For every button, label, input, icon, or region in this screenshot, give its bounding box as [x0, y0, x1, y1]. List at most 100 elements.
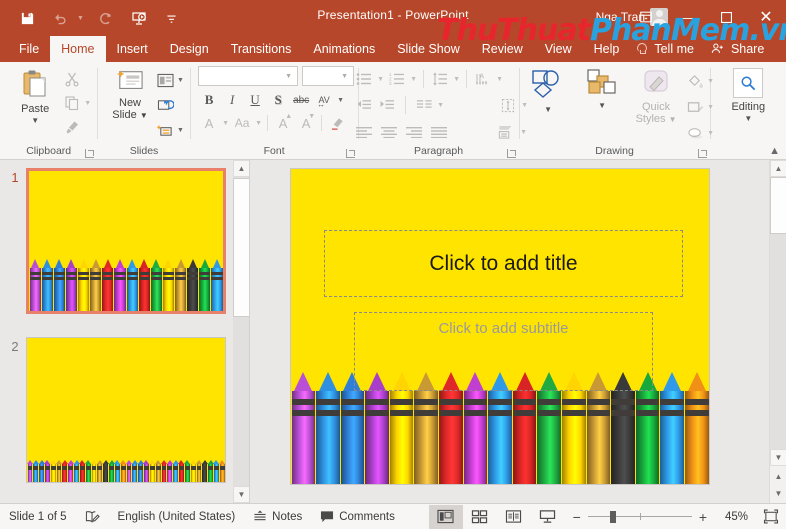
undo-icon[interactable]: [49, 7, 71, 29]
character-spacing-button[interactable]: AV ↔: [313, 89, 335, 111]
copy-icon[interactable]: [61, 92, 83, 114]
zoom-knob[interactable]: [609, 510, 616, 523]
arrange-caret[interactable]: ▼: [598, 102, 606, 110]
scroll-down-icon[interactable]: ▼: [770, 449, 786, 466]
justify-icon[interactable]: [428, 121, 450, 143]
normal-view-button[interactable]: [428, 504, 463, 529]
text-shadow-button[interactable]: S: [267, 89, 289, 111]
columns-icon[interactable]: [413, 94, 435, 116]
text-direction-icon[interactable]: A: [472, 68, 494, 90]
quick-styles-button[interactable]: Quick Styles ▼: [630, 66, 682, 126]
scroll-thumb[interactable]: [770, 177, 786, 234]
increase-font-size-button[interactable]: A ▲: [272, 112, 294, 134]
align-right-icon[interactable]: [403, 121, 425, 143]
copy-dropdown-caret[interactable]: ▼: [83, 100, 92, 107]
zoom-track[interactable]: [587, 510, 692, 523]
font-dialog-launcher[interactable]: [345, 149, 355, 158]
tab-design[interactable]: Design: [159, 36, 220, 62]
slide-vertical-scrollbar[interactable]: ▲ ▼ ▲ ▼: [769, 160, 786, 503]
reading-view-button[interactable]: [497, 505, 531, 529]
reset-icon[interactable]: [154, 94, 176, 116]
drawing-dialog-launcher[interactable]: [697, 149, 707, 158]
zoom-out-button[interactable]: −: [573, 509, 581, 525]
thumbnail-scrollbar[interactable]: ▲ ▼: [233, 160, 249, 503]
convert-to-smartart-icon[interactable]: [494, 121, 516, 143]
undo-dropdown-caret[interactable]: ▼: [77, 15, 84, 22]
slide-canvas[interactable]: Click to add title Click to add subtitle: [290, 168, 710, 485]
save-icon[interactable]: [16, 7, 38, 29]
font-size-combo[interactable]: ▼: [302, 66, 355, 86]
zoom-slider-control[interactable]: − + 45%: [565, 509, 756, 525]
maximize-button[interactable]: [706, 0, 746, 34]
numbering-caret[interactable]: ▼: [409, 76, 418, 83]
editing-caret[interactable]: ▼: [744, 115, 752, 123]
editing-button[interactable]: Editing ▼: [720, 66, 776, 123]
shape-effects-icon[interactable]: [684, 122, 706, 144]
thumbnail-slide-1[interactable]: 1: [4, 168, 226, 314]
section-icon[interactable]: [154, 119, 176, 141]
clear-formatting-icon[interactable]: [326, 112, 348, 134]
accessibility-checker-button[interactable]: [76, 504, 109, 529]
slide-show-view-button[interactable]: [531, 505, 565, 529]
decrease-indent-icon[interactable]: [353, 94, 375, 116]
tab-share[interactable]: Share: [705, 36, 775, 62]
zoom-percent[interactable]: 45%: [714, 511, 748, 523]
bullets-icon[interactable]: [353, 68, 375, 90]
layout-icon[interactable]: [154, 69, 176, 91]
shape-fill-icon[interactable]: [684, 70, 706, 92]
layout-dropdown-caret[interactable]: ▼: [176, 77, 185, 84]
format-painter-icon[interactable]: [61, 116, 83, 138]
shape-outline-icon[interactable]: [684, 96, 706, 118]
paste-dropdown-caret[interactable]: ▼: [31, 117, 39, 125]
title-placeholder[interactable]: Click to add title: [324, 230, 683, 297]
font-color-caret[interactable]: ▼: [221, 120, 230, 127]
line-spacing-icon[interactable]: [429, 68, 451, 90]
tab-file[interactable]: File: [8, 36, 50, 62]
thumbnail-scroll-down-icon[interactable]: ▼: [233, 486, 249, 503]
thumbnail-preview-2[interactable]: [26, 337, 226, 483]
new-slide-button[interactable]: New Slide ▼: [107, 66, 153, 122]
notes-button[interactable]: Notes: [244, 504, 311, 529]
change-case-caret[interactable]: ▼: [254, 120, 263, 127]
bold-button[interactable]: B: [198, 89, 220, 111]
ribbon-display-options-icon[interactable]: [626, 0, 666, 34]
start-presentation-icon[interactable]: [128, 7, 150, 29]
decrease-font-size-button[interactable]: A ▼: [295, 112, 317, 134]
collapse-ribbon-icon[interactable]: ▲: [769, 145, 780, 157]
thumbnail-slide-2[interactable]: 2: [4, 337, 226, 483]
align-left-icon[interactable]: [353, 121, 375, 143]
font-color-button[interactable]: A: [198, 112, 220, 134]
font-name-caret[interactable]: ▼: [284, 73, 293, 80]
subtitle-placeholder[interactable]: Click to add subtitle: [354, 312, 653, 391]
fit-to-window-button[interactable]: [756, 505, 786, 529]
customize-qat-icon[interactable]: [161, 7, 183, 29]
italic-button[interactable]: I: [221, 89, 243, 111]
center-icon[interactable]: [378, 121, 400, 143]
redo-icon[interactable]: [95, 7, 117, 29]
tab-home[interactable]: Home: [50, 36, 106, 62]
text-direction-caret[interactable]: ▼: [495, 76, 504, 83]
slide-counter[interactable]: Slide 1 of 5: [0, 504, 76, 529]
tab-transitions[interactable]: Transitions: [220, 36, 303, 62]
tab-insert[interactable]: Insert: [106, 36, 159, 62]
minimize-button[interactable]: —: [666, 0, 706, 34]
comments-button[interactable]: Comments: [311, 504, 404, 529]
thumbnail-scroll-thumb[interactable]: [233, 178, 249, 317]
language-indicator[interactable]: English (United States): [109, 504, 245, 529]
arrange-button[interactable]: ▼: [576, 66, 628, 110]
section-dropdown-caret[interactable]: ▼: [176, 127, 185, 134]
thumbnail-scroll-up-icon[interactable]: ▲: [233, 160, 249, 177]
tab-help[interactable]: Help: [583, 36, 631, 62]
zoom-in-button[interactable]: +: [699, 509, 707, 525]
scroll-up-icon[interactable]: ▲: [770, 160, 786, 177]
font-name-combo[interactable]: ▼: [198, 66, 299, 86]
bullets-caret[interactable]: ▼: [376, 76, 385, 83]
thumbnail-preview-1[interactable]: [26, 168, 226, 314]
tab-view[interactable]: View: [534, 36, 583, 62]
tab-slide-show[interactable]: Slide Show: [386, 36, 471, 62]
cut-icon[interactable]: [61, 68, 83, 90]
previous-slide-icon[interactable]: ▲: [770, 468, 786, 485]
change-case-button[interactable]: Aa: [231, 112, 253, 134]
increase-indent-icon[interactable]: [376, 94, 398, 116]
next-slide-icon[interactable]: ▼: [770, 485, 786, 502]
